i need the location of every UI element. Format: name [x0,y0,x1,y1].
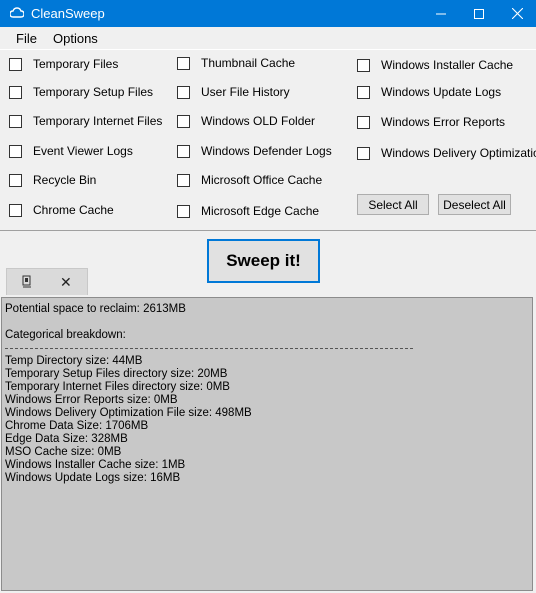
breakdown-line: Windows Error Reports size: 0MB [5,394,178,406]
checkbox-box[interactable] [9,57,22,71]
checkbox-label: Thumbnail Cache [201,56,296,70]
menu-options[interactable]: Options [53,31,98,46]
checkbox-label: Chrome Cache [33,203,114,217]
minimize-button[interactable] [424,0,458,27]
checkbox-box[interactable] [357,58,370,72]
checkbox-label: Windows Update Logs [381,85,502,99]
checkbox-windows-defender-logs[interactable]: Windows Defender Logs [177,142,332,160]
checkbox-box[interactable] [9,144,22,158]
checkbox-box[interactable] [177,56,190,70]
checkbox-box[interactable] [9,173,22,187]
checkbox-microsoft-edge-cache[interactable]: Microsoft Edge Cache [177,202,319,220]
checkbox-label: Microsoft Office Cache [201,173,323,187]
checkbox-temporary-setup-files[interactable]: Temporary Setup Files [9,83,153,101]
checkbox-recycle-bin[interactable]: Recycle Bin [9,171,96,189]
checkbox-box[interactable] [9,85,22,99]
app-logo-icon [10,7,24,18]
checkbox-box[interactable] [9,114,22,128]
checkbox-label: Windows Error Reports [381,115,506,129]
output-panel[interactable]: Potential space to reclaim: 2613MB Categ… [1,297,533,591]
checkbox-label: User File History [201,85,290,99]
pin-icon[interactable] [21,275,33,289]
select-all-button[interactable]: Select All [357,194,429,215]
checkbox-box[interactable] [9,203,22,217]
checkbox-windows-update-logs[interactable]: Windows Update Logs [357,83,501,101]
maximize-icon [474,8,484,19]
breakdown-line: Windows Update Logs size: 16MB [5,472,181,484]
checkbox-event-viewer-logs[interactable]: Event Viewer Logs [9,142,133,160]
breakdown-line: Temporary Internet Files directory size:… [5,381,230,393]
checkbox-user-file-history[interactable]: User File History [177,83,290,101]
checkbox-label: Windows Defender Logs [201,144,332,158]
sweep-button[interactable]: Sweep it! [207,239,320,283]
checkbox-box[interactable] [357,115,370,129]
checkbox-label: Temporary Internet Files [33,114,163,128]
checkbox-chrome-cache[interactable]: Chrome Cache [9,201,114,219]
checkbox-label: Windows Delivery Optimization [381,146,536,160]
potential-space-text: Potential space to reclaim: 2613MB [5,303,186,315]
checkbox-windows-delivery-optimization[interactable]: Windows Delivery Optimization [357,144,536,162]
breakdown-line: Windows Delivery Optimization File size:… [5,407,252,419]
checkbox-microsoft-office-cache[interactable]: Microsoft Office Cache [177,171,322,189]
checkbox-box[interactable] [177,144,190,158]
output-tab[interactable]: ✕ [6,268,88,295]
checkbox-label: Event Viewer Logs [33,144,133,158]
close-button[interactable] [500,0,534,27]
checkbox-label: Recycle Bin [33,173,97,187]
title-bar: CleanSweep [0,0,536,27]
checkbox-label: Temporary Files [33,57,119,71]
window-title: CleanSweep [31,6,105,21]
checkbox-label: Microsoft Edge Cache [201,204,320,218]
deselect-all-button[interactable]: Deselect All [438,194,511,215]
checkbox-thumbnail-cache[interactable]: Thumbnail Cache [177,54,295,72]
checkbox-box[interactable] [177,204,190,218]
menu-bar: File Options [0,27,536,50]
checkbox-windows-error-reports[interactable]: Windows Error Reports [357,113,505,131]
checkbox-windows-old-folder[interactable]: Windows OLD Folder [177,112,315,130]
checkbox-windows-installer-cache[interactable]: Windows Installer Cache [357,56,513,74]
breakdown-line: Temporary Setup Files directory size: 20… [5,368,228,380]
breakdown-line: Temp Directory size: 44MB [5,355,143,367]
divider [0,230,536,231]
separator-line [5,348,413,349]
menu-file[interactable]: File [16,31,37,46]
minimize-icon [436,13,446,14]
maximize-button[interactable] [462,0,496,27]
checkbox-label: Temporary Setup Files [33,85,154,99]
checkbox-box[interactable] [177,173,190,187]
breakdown-line: MSO Cache size: 0MB [5,446,122,458]
close-tab-icon[interactable]: ✕ [60,274,72,291]
breakdown-line: Chrome Data Size: 1706MB [5,420,149,432]
checkbox-label: Windows Installer Cache [381,58,514,72]
checkbox-temporary-internet-files[interactable]: Temporary Internet Files [9,112,162,130]
checkbox-box[interactable] [177,85,190,99]
close-icon [511,8,523,19]
breakdown-line: Windows Installer Cache size: 1MB [5,459,186,471]
checkbox-box[interactable] [357,85,370,99]
checkbox-box[interactable] [177,114,190,128]
breakdown-heading: Categorical breakdown: [5,329,126,341]
checkbox-label: Windows OLD Folder [201,114,316,128]
checkbox-temporary-files[interactable]: Temporary Files [9,55,118,73]
breakdown-line: Edge Data Size: 328MB [5,433,128,445]
checkbox-box[interactable] [357,146,370,160]
